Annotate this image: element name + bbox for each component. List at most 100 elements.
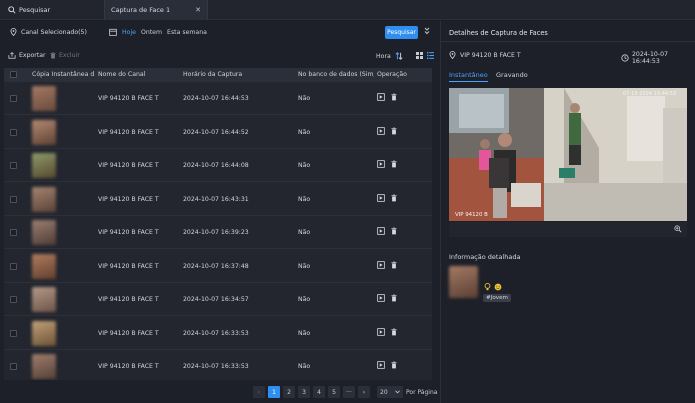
channel-selector-label: Canal Selecionado(5)	[21, 28, 87, 36]
date-option-today[interactable]: Hoje	[122, 29, 136, 36]
column-header-capture-time[interactable]: Horário da Captura	[183, 71, 242, 78]
in-database-value: Não	[298, 95, 311, 102]
zoom-in-icon[interactable]	[674, 225, 682, 233]
face-snapshot-thumbnail[interactable]	[32, 253, 56, 279]
filter-bar: Canal Selecionado(5) Hoje Ontem Esta sem…	[0, 21, 440, 45]
in-database-value: Não	[298, 162, 311, 169]
table-row[interactable]: VIP 94120 B FACE T 2024-10-07 16:33:53 Não	[4, 350, 432, 380]
tab-snapshot[interactable]: Instantâneo	[449, 71, 488, 82]
playback-icon[interactable]	[377, 361, 385, 369]
row-checkbox[interactable]	[10, 128, 17, 136]
trash-icon[interactable]	[391, 328, 397, 336]
pagination-prev-button[interactable]: ‹	[253, 386, 265, 398]
face-snapshot-thumbnail[interactable]	[32, 220, 56, 245]
delete-label: Excluir	[59, 52, 80, 59]
pagination-page-4[interactable]: 4	[313, 386, 325, 398]
face-snapshot-thumbnail[interactable]	[32, 153, 56, 178]
select-all-checkbox[interactable]	[10, 71, 17, 78]
playback-icon[interactable]	[377, 327, 385, 336]
pagination-next-button[interactable]: ›	[358, 386, 370, 398]
calendar-icon[interactable]	[109, 28, 117, 36]
playback-icon[interactable]	[377, 160, 385, 168]
chevron-double-down-icon[interactable]	[424, 27, 430, 35]
table-row[interactable]: VIP 94120 B FACE T 2024-10-07 16:44:53 Não	[4, 82, 432, 115]
close-icon[interactable]: ✕	[195, 6, 201, 14]
row-checkbox[interactable]	[10, 329, 17, 337]
in-database-value: Não	[298, 329, 311, 337]
grid-view-icon[interactable]	[416, 52, 423, 59]
tab-recording[interactable]: Gravando	[496, 71, 528, 79]
trash-icon[interactable]	[391, 227, 397, 235]
trash-icon[interactable]	[391, 160, 397, 168]
row-operations	[377, 327, 397, 336]
playback-icon[interactable]	[377, 126, 385, 135]
table-row[interactable]: VIP 94120 B FACE T 2024-10-07 16:37:48 Não	[4, 250, 432, 283]
list-view-icon[interactable]	[427, 52, 434, 59]
pagination-page-1[interactable]: 1	[268, 386, 280, 398]
trash-icon[interactable]	[391, 127, 397, 135]
pagination-ellipsis[interactable]: ···	[343, 386, 355, 398]
channel-name: VIP 94120 B FACE T	[98, 128, 159, 136]
pagination-page-3[interactable]: 3	[298, 386, 310, 398]
table-row[interactable]: VIP 94120 B FACE T 2024-10-07 16:44:08 Não	[4, 149, 432, 182]
video-osd-time: 07-10-2024 16:44:53	[623, 91, 677, 97]
trash-icon[interactable]	[391, 361, 397, 369]
face-snapshot-thumbnail[interactable]	[32, 119, 56, 145]
playback-icon[interactable]	[377, 227, 385, 235]
details-channel-name: VIP 94120 B FACE T	[460, 51, 521, 59]
tab-search[interactable]: Pesquisar	[8, 0, 50, 20]
trash-icon[interactable]	[391, 294, 397, 302]
column-header-in-database[interactable]: No banco de dados (Sim/...	[298, 71, 374, 78]
trash-icon[interactable]	[391, 93, 397, 101]
row-checkbox[interactable]	[10, 195, 17, 203]
in-database-value: Não	[298, 195, 311, 203]
page-size-select[interactable]: 20	[377, 386, 403, 398]
details-pane: Detalhes de Captura de Faces VIP 94120 B…	[441, 21, 695, 403]
row-checkbox[interactable]	[10, 363, 17, 370]
table-row[interactable]: VIP 94120 B FACE T 2024-10-07 16:44:52 Não	[4, 116, 432, 149]
face-snapshot-thumbnail[interactable]	[32, 186, 56, 212]
pagination-page-5[interactable]: 5	[328, 386, 340, 398]
trash-icon[interactable]	[391, 261, 397, 269]
row-checkbox[interactable]	[10, 262, 17, 270]
row-operations	[377, 227, 397, 235]
pagination: ‹ 1 2 3 4 5 ··· › 20 Por Página	[0, 386, 440, 400]
tab-face-capture-label: Captura de Face 1	[111, 6, 171, 14]
row-checkbox[interactable]	[10, 162, 17, 169]
face-snapshot-thumbnail[interactable]	[32, 287, 56, 312]
playback-icon[interactable]	[377, 93, 385, 101]
export-button[interactable]: Exportar	[8, 52, 46, 59]
table-row[interactable]: VIP 94120 B FACE T 2024-10-07 16:43:31 Não	[4, 183, 432, 216]
tab-face-capture[interactable]: Captura de Face 1 ✕	[104, 0, 208, 20]
playback-icon[interactable]	[377, 193, 385, 202]
page-size-label: Por Página	[406, 389, 438, 396]
tab-search-label: Pesquisar	[19, 6, 51, 14]
column-header-snapshot[interactable]: Cópia Instantânea d...	[32, 71, 94, 78]
table-row[interactable]: VIP 94120 B FACE T 2024-10-07 16:34:57 Não	[4, 283, 432, 316]
face-snapshot-thumbnail[interactable]	[32, 354, 56, 379]
channel-selector[interactable]: Canal Selecionado(5)	[10, 28, 87, 36]
date-option-yesterday[interactable]: Ontem	[141, 29, 162, 36]
row-checkbox[interactable]	[10, 229, 17, 236]
pagination-page-2[interactable]: 2	[283, 386, 295, 398]
row-checkbox[interactable]	[10, 95, 17, 102]
date-option-this-week[interactable]: Esta semana	[167, 29, 207, 36]
face-snapshot-thumbnail[interactable]	[32, 86, 56, 111]
column-header-channel[interactable]: Nome do Canal	[98, 71, 145, 78]
table-row[interactable]: VIP 94120 B FACE T 2024-10-07 16:39:23 Não	[4, 216, 432, 249]
table-row[interactable]: VIP 94120 B FACE T 2024-10-07 16:33:53 Não	[4, 317, 432, 350]
column-header-operation: Operação	[377, 71, 407, 78]
sort-control[interactable]: Hora	[376, 52, 403, 60]
face-snapshot-thumbnail[interactable]	[32, 320, 56, 346]
search-button[interactable]: Pesquisar	[385, 26, 418, 39]
row-checkbox[interactable]	[10, 296, 17, 303]
chevron-down-icon	[395, 390, 400, 394]
face-attributes	[484, 283, 502, 291]
table-header: Cópia Instantânea d... Nome do Canal Hor…	[4, 68, 432, 82]
channel-name: VIP 94120 B FACE T	[98, 95, 159, 102]
in-database-value: Não	[298, 296, 311, 303]
playback-icon[interactable]	[377, 294, 385, 302]
playback-icon[interactable]	[377, 260, 385, 269]
delete-button[interactable]: Excluir	[50, 52, 80, 59]
trash-icon[interactable]	[391, 194, 397, 202]
